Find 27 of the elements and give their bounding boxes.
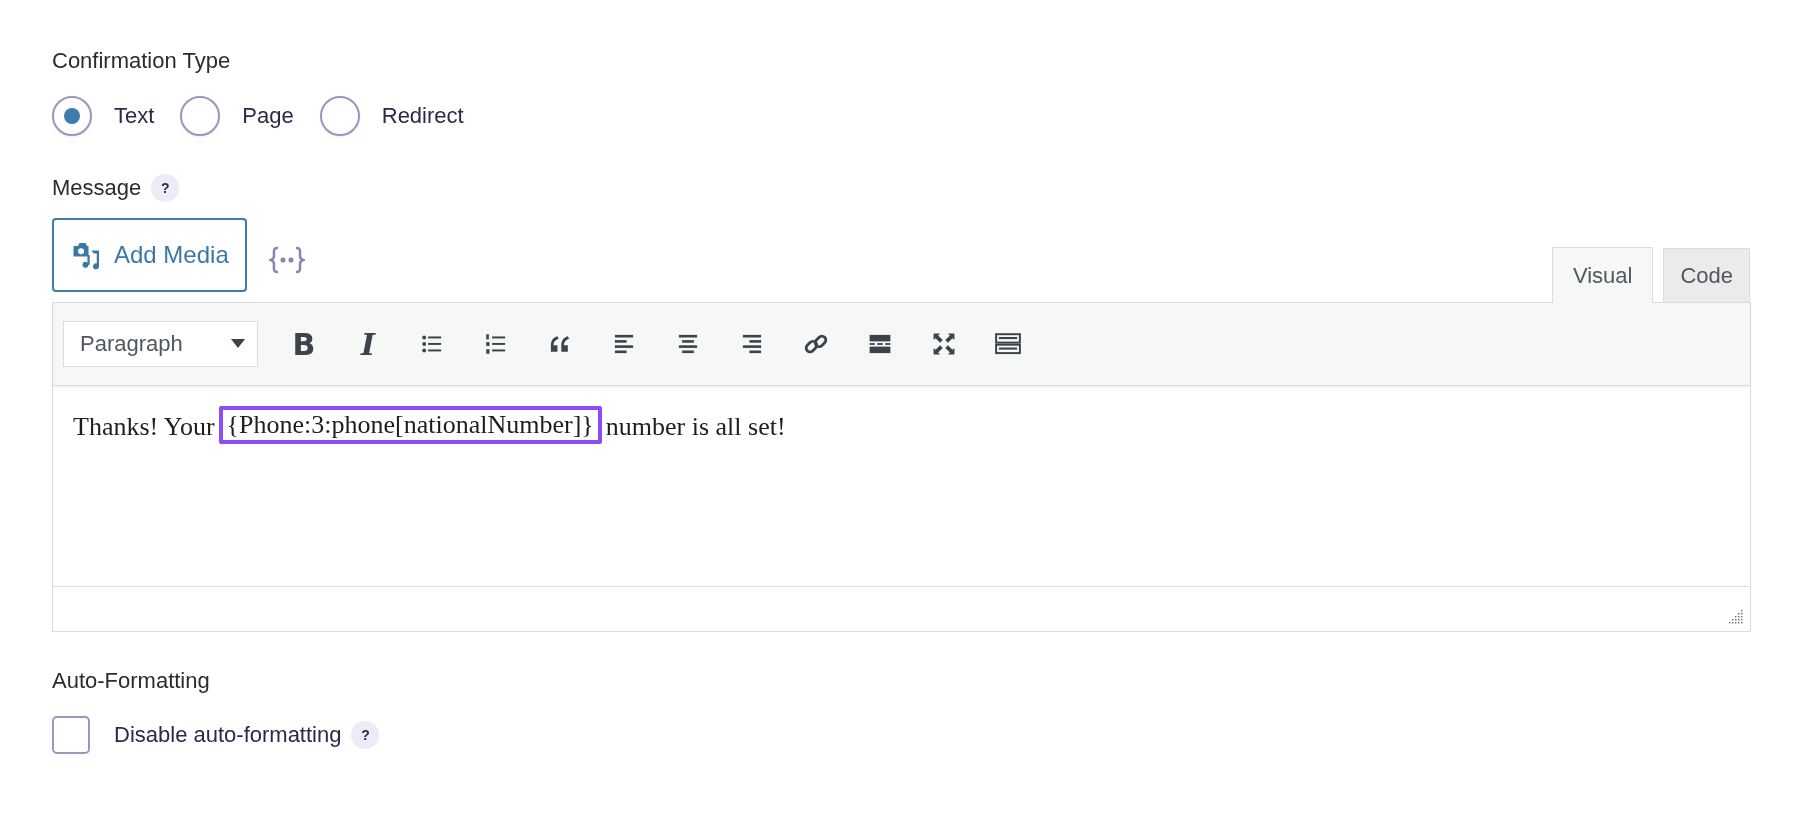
format-select[interactable]: Paragraph	[63, 321, 258, 367]
editor-tab[interactable]: Visual	[1551, 247, 1654, 303]
add-media-button[interactable]: Add Media	[52, 218, 247, 292]
camera-music-icon	[72, 240, 102, 270]
message-text: Thanks! Your	[73, 412, 215, 442]
merge-tag: {Phone:3:phone[nationalNumber]}	[218, 406, 602, 444]
bold-button[interactable]: B	[274, 319, 334, 369]
caret-icon	[231, 339, 245, 349]
radio-label: Page	[242, 103, 294, 129]
checkbox-label: Disable auto-formatting	[114, 722, 342, 748]
section-heading: Message	[52, 175, 142, 201]
radio-button[interactable]	[319, 96, 360, 136]
resize-handle-icon[interactable]	[1728, 609, 1744, 625]
radio-button[interactable]	[180, 96, 221, 136]
radio-label: Redirect	[381, 103, 464, 129]
radio-label: Text	[114, 103, 155, 129]
fullscreen-icon[interactable]	[931, 331, 957, 357]
merge-tags-icon[interactable]	[268, 246, 305, 274]
help-badge[interactable]: ?	[151, 174, 180, 202]
radio-button[interactable]	[52, 96, 92, 136]
section-heading: Auto-Formatting	[52, 668, 211, 694]
section-heading: Confirmation Type	[52, 48, 232, 74]
editor-tab[interactable]: Code	[1663, 248, 1750, 302]
help-badge[interactable]: ?	[351, 721, 380, 749]
message-text: number is all set!	[605, 412, 786, 442]
checkbox[interactable]	[52, 716, 90, 754]
italic-button[interactable]: I	[338, 319, 398, 369]
